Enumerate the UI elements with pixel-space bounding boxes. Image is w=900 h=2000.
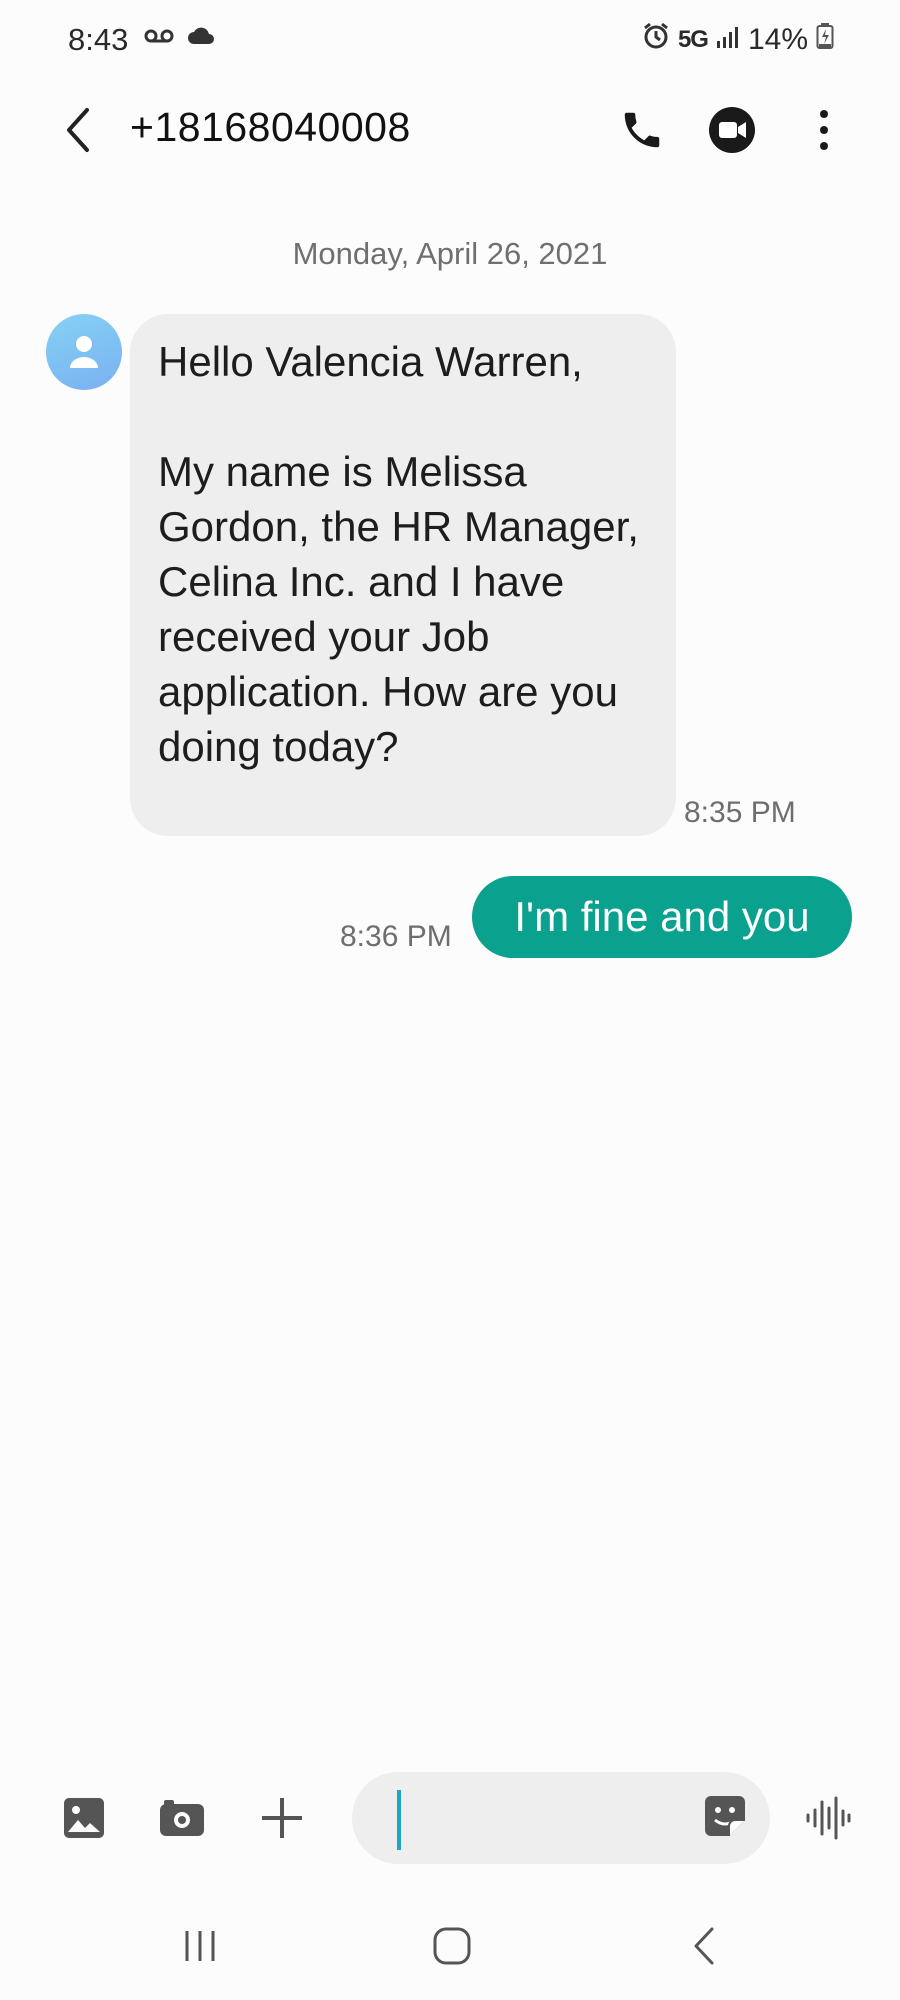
plus-icon	[262, 1798, 302, 1838]
battery-charging-icon	[816, 22, 834, 58]
call-button[interactable]	[612, 100, 672, 160]
back-icon	[694, 1927, 714, 1965]
sticker-icon	[705, 1796, 745, 1836]
gallery-button[interactable]	[52, 1786, 116, 1850]
camera-button[interactable]	[150, 1786, 214, 1850]
back-arrow-icon	[67, 108, 89, 152]
attach-button[interactable]	[250, 1786, 314, 1850]
cloud-icon	[186, 26, 216, 51]
person-icon	[70, 336, 98, 368]
video-call-icon	[709, 107, 755, 153]
text-caret	[397, 1790, 401, 1850]
recents-icon	[185, 1931, 215, 1961]
nav-back-button[interactable]	[664, 1916, 744, 1976]
outgoing-message-bubble[interactable]: I'm fine and you	[472, 876, 852, 958]
battery-percent: 14%	[747, 23, 808, 56]
more-options-button[interactable]	[794, 100, 854, 160]
sticker-button[interactable]	[698, 1786, 752, 1846]
date-separator: Monday, April 26, 2021	[292, 236, 608, 271]
recents-button[interactable]	[160, 1916, 240, 1976]
home-button[interactable]	[412, 1916, 492, 1976]
more-vert-icon	[820, 110, 828, 150]
gallery-icon	[64, 1798, 104, 1838]
status-time: 8:43	[68, 22, 129, 57]
voicemail-icon	[144, 28, 174, 49]
camera-icon	[160, 1800, 204, 1836]
signal-icon	[716, 23, 740, 57]
home-icon	[433, 1927, 471, 1965]
status-right: 5G 14%	[642, 22, 834, 58]
voice-button[interactable]	[796, 1786, 860, 1850]
alarm-icon	[642, 22, 670, 58]
back-button[interactable]	[56, 100, 100, 160]
network-type: 5G	[677, 26, 709, 53]
incoming-message-time: 8:35 PM	[684, 796, 796, 829]
avatar[interactable]	[46, 314, 122, 390]
video-call-button[interactable]	[702, 100, 762, 160]
phone-icon	[624, 112, 660, 148]
incoming-message-bubble[interactable]: Hello Valencia Warren, My name is Meliss…	[130, 314, 676, 836]
contact-title[interactable]: +18168040008	[130, 104, 411, 151]
voice-icon	[806, 1796, 851, 1840]
status-left-icons	[144, 26, 216, 51]
outgoing-message-time: 8:36 PM	[340, 920, 452, 953]
